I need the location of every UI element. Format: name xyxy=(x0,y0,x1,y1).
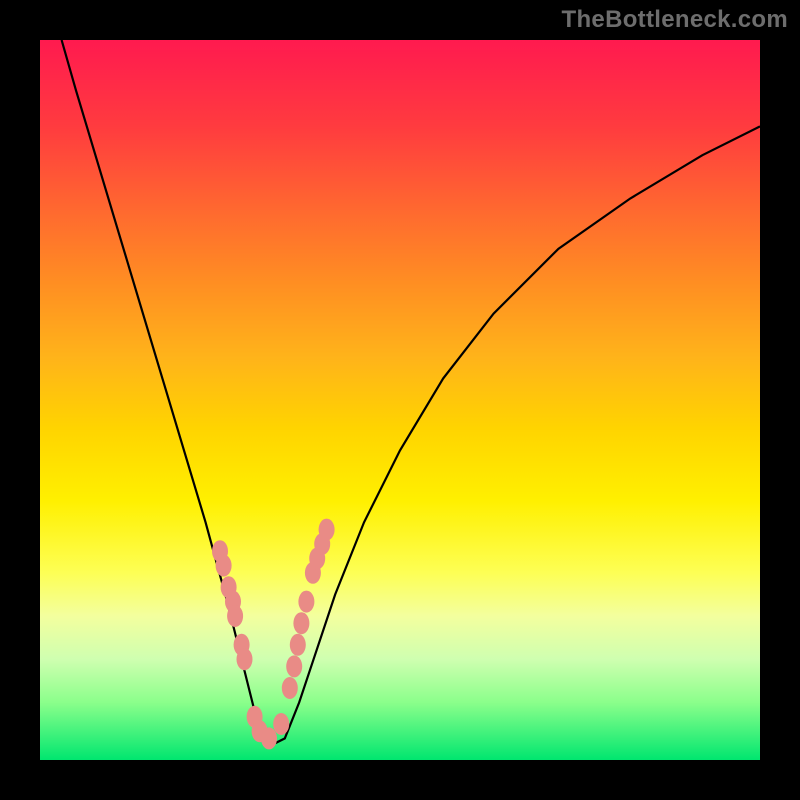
marker-dot xyxy=(227,605,243,627)
marker-dot xyxy=(216,555,232,577)
marker-dot xyxy=(290,634,306,656)
watermark-label: TheBottleneck.com xyxy=(562,6,788,34)
bottleneck-curve xyxy=(62,40,760,746)
datapoint-markers xyxy=(212,519,335,750)
marker-dot xyxy=(273,713,289,735)
chart-svg xyxy=(40,40,760,760)
marker-dot xyxy=(319,519,335,541)
plot-area xyxy=(40,40,760,760)
marker-dot xyxy=(237,648,253,670)
marker-dot xyxy=(286,655,302,677)
marker-dot xyxy=(293,612,309,634)
marker-dot xyxy=(282,677,298,699)
marker-dot xyxy=(298,591,314,613)
marker-dot xyxy=(261,727,277,749)
chart-frame: TheBottleneck.com xyxy=(0,0,800,800)
